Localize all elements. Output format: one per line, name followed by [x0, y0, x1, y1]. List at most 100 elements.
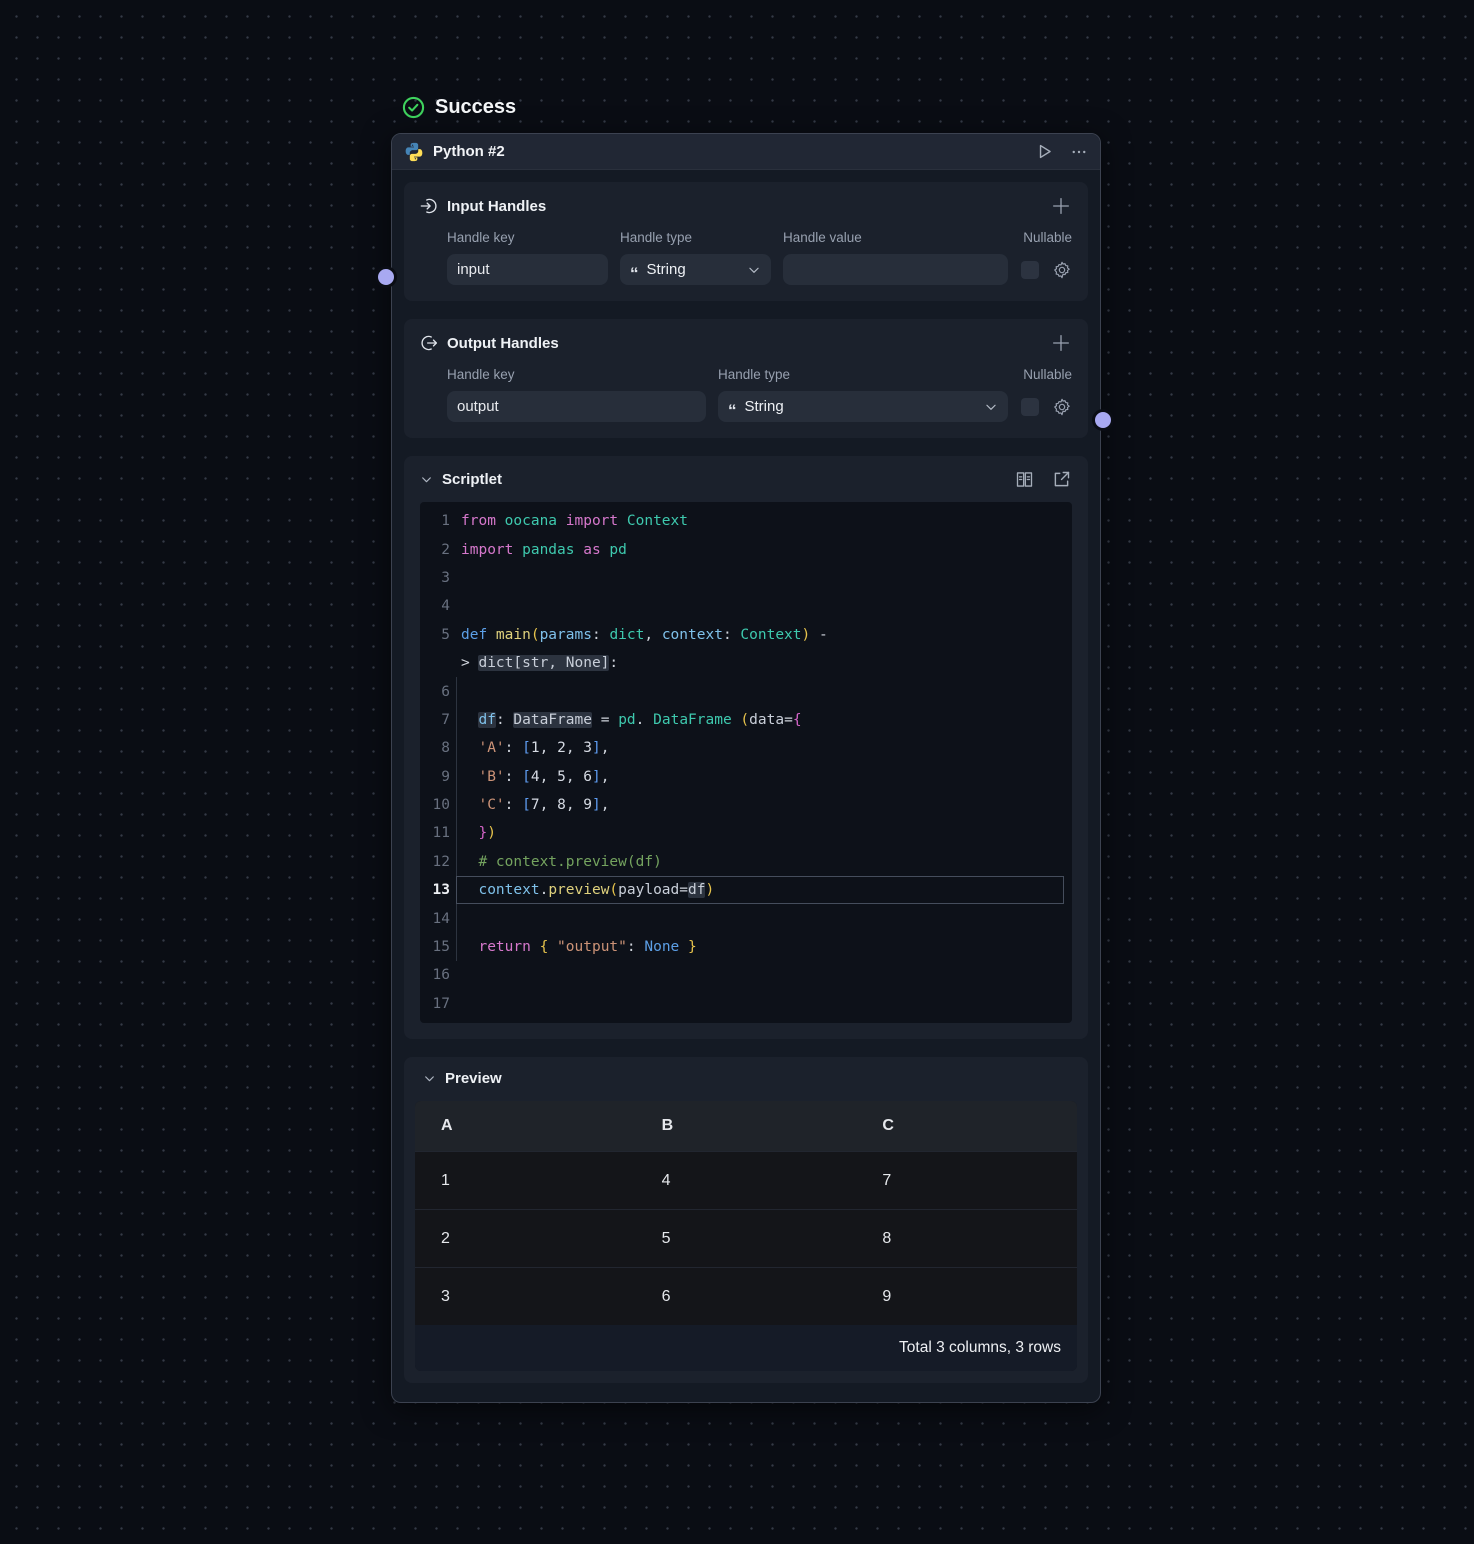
line-number: 12	[420, 854, 450, 870]
col-label-nullable: Nullable	[1023, 230, 1072, 245]
code-line: 8 'A': [1, 2, 3],	[420, 734, 1064, 762]
line-number: 4	[420, 598, 450, 614]
canvas: { "status": { "label": "Success" }, "nod…	[0, 0, 1474, 1544]
preview-panel: Preview A B C 147258369 Total 3 columns,…	[404, 1057, 1088, 1383]
python-node: Python #2 Input Handles	[391, 133, 1101, 1403]
col-label-handle-type: Handle type	[718, 367, 1008, 382]
table-cell: 3	[415, 1268, 636, 1325]
col-label-handle-type: Handle type	[620, 230, 771, 245]
line-number: 6	[420, 684, 450, 700]
chevron-down-icon	[984, 400, 998, 414]
line-number: 3	[420, 570, 450, 586]
output-handle-key-field[interactable]	[447, 391, 706, 422]
output-handles-icon	[420, 334, 438, 352]
code-line: 10 'C': [7, 8, 9],	[420, 791, 1064, 819]
line-number: 1	[420, 513, 450, 529]
output-nullable-checkbox[interactable]	[1021, 398, 1039, 416]
code-line: 2import pandas as pd	[420, 535, 1064, 563]
table-header-cell: A	[415, 1101, 636, 1151]
line-number: 11	[420, 825, 450, 841]
table-header-cell: B	[636, 1101, 857, 1151]
line-number: 8	[420, 740, 450, 756]
table-cell: 1	[415, 1152, 636, 1209]
output-connection-port[interactable]	[1095, 412, 1111, 428]
python-logo-icon	[404, 142, 424, 162]
input-connection-port[interactable]	[378, 269, 394, 285]
code-line: 7 df: DataFrame = pd. DataFrame (data={	[420, 706, 1064, 734]
line-number: 14	[420, 911, 450, 927]
input-handles-icon	[420, 197, 438, 215]
table-row: 258	[415, 1209, 1077, 1267]
table-cell: 2	[415, 1210, 636, 1267]
scriptlet-title: Scriptlet	[442, 471, 502, 488]
table-cell: 8	[856, 1210, 1077, 1267]
table-header-row: A B C	[415, 1101, 1077, 1151]
add-input-handle-button[interactable]	[1050, 195, 1072, 217]
add-output-handle-button[interactable]	[1050, 332, 1072, 354]
table-row: 147	[415, 1151, 1077, 1209]
output-handles-title: Output Handles	[447, 335, 559, 352]
line-number: 5	[420, 627, 450, 643]
scriptlet-panel: Scriptlet 1from oocana im	[404, 456, 1088, 1039]
run-button[interactable]	[1035, 142, 1054, 161]
code-editor[interactable]: 1from oocana import Context2import panda…	[420, 502, 1072, 1023]
code-line: 15 return { "output": None }	[420, 933, 1064, 961]
input-handle-key-field[interactable]	[447, 254, 608, 285]
node-header[interactable]: Python #2	[392, 134, 1100, 170]
code-line: 16	[420, 961, 1064, 989]
status-label: Success	[435, 96, 516, 119]
col-label-handle-key: Handle key	[447, 367, 706, 382]
table-footer: Total 3 columns, 3 rows	[415, 1325, 1077, 1371]
code-line: 12 # context.preview(df)	[420, 848, 1064, 876]
code-line: 4	[420, 592, 1064, 620]
preview-collapse-chevron-icon[interactable]	[423, 1072, 436, 1085]
preview-table: A B C 147258369 Total 3 columns, 3 rows	[415, 1101, 1077, 1371]
table-body: 147258369	[415, 1151, 1077, 1325]
code-line: 6	[420, 677, 1064, 705]
line-number: 17	[420, 996, 450, 1012]
input-handle-type-value: String	[647, 261, 740, 278]
line-number: 2	[420, 542, 450, 558]
code-lines: 1from oocana import Context2import panda…	[420, 507, 1064, 1018]
table-cell: 4	[636, 1152, 857, 1209]
code-line: 11 })	[420, 819, 1064, 847]
table-cell: 5	[636, 1210, 857, 1267]
table-cell: 7	[856, 1152, 1077, 1209]
output-handle-type-select[interactable]: “ String	[718, 391, 1008, 422]
output-handle-settings-button[interactable]	[1052, 397, 1072, 417]
input-handles-title: Input Handles	[447, 198, 546, 215]
preview-title: Preview	[445, 1070, 502, 1087]
line-number: 9	[420, 769, 450, 785]
string-type-icon: “	[728, 406, 737, 416]
input-handle-value-field[interactable]	[783, 254, 1008, 285]
line-number: 15	[420, 939, 450, 955]
scriptlet-collapse-chevron-icon[interactable]	[420, 473, 433, 486]
code-line: 14	[420, 904, 1064, 932]
string-type-icon: “	[630, 269, 639, 279]
table-cell: 9	[856, 1268, 1077, 1325]
code-line: 1from oocana import Context	[420, 507, 1064, 535]
line-number: 7	[420, 712, 450, 728]
line-number: 13	[420, 882, 450, 898]
table-cell: 6	[636, 1268, 857, 1325]
input-handles-panel: Input Handles Handle key Handle type Han…	[404, 182, 1088, 301]
node-title: Python #2	[433, 143, 1026, 160]
more-options-button[interactable]	[1070, 143, 1088, 161]
code-line: 3	[420, 564, 1064, 592]
open-external-icon[interactable]	[1051, 469, 1072, 490]
output-handle-type-value: String	[745, 398, 977, 415]
line-number: 16	[420, 967, 450, 983]
success-check-icon	[402, 96, 425, 119]
table-row: 369	[415, 1267, 1077, 1325]
col-label-handle-key: Handle key	[447, 230, 608, 245]
chevron-down-icon	[747, 263, 761, 277]
table-header-cell: C	[856, 1101, 1077, 1151]
code-line: > dict[str, None]:	[420, 649, 1064, 677]
docs-book-icon[interactable]	[1014, 469, 1035, 490]
input-nullable-checkbox[interactable]	[1021, 261, 1039, 279]
output-handles-panel: Output Handles Handle key Handle type Nu…	[404, 319, 1088, 438]
col-label-handle-value: Handle value	[783, 230, 1008, 245]
status-badge: Success	[402, 96, 516, 119]
input-handle-type-select[interactable]: “ String	[620, 254, 771, 285]
input-handle-settings-button[interactable]	[1052, 260, 1072, 280]
